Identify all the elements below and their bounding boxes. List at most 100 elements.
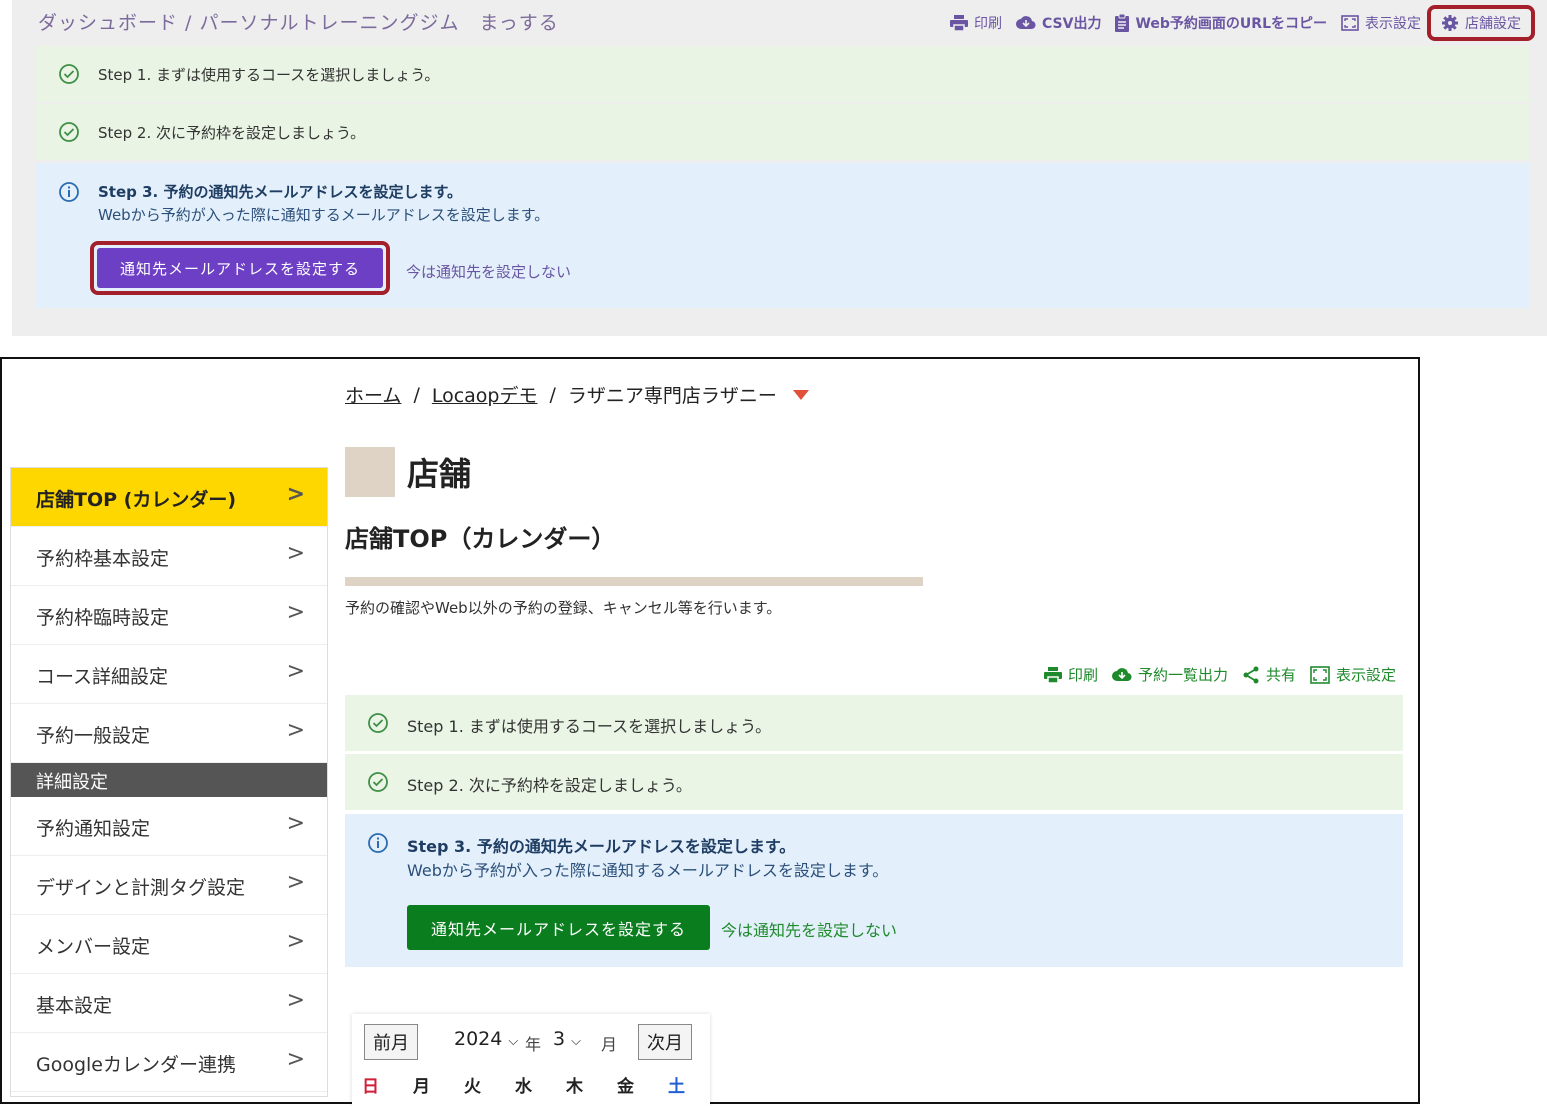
- step1-text: Step 1. まずは使用するコースを選択しましょう。: [98, 66, 440, 84]
- display-settings-button[interactable]: 表示設定: [1341, 13, 1421, 33]
- check-circle-icon: [59, 64, 79, 84]
- export-list-button[interactable]: 予約一覧出力: [1111, 664, 1228, 685]
- print-button[interactable]: 印刷: [950, 13, 1002, 33]
- skip-notification-link[interactable]: 今は通知先を設定しない: [406, 261, 571, 282]
- sidebar-item-label: メンバー設定: [36, 936, 151, 958]
- weekday-saturday: 土: [668, 1077, 685, 1097]
- breadcrumb-home-link[interactable]: ホーム: [345, 381, 401, 408]
- shop-settings-label: 店舗設定: [1465, 16, 1521, 32]
- weekday-friday: 金: [617, 1077, 634, 1097]
- step3-title: Step 3. 予約の通知先メールアドレスを設定します。: [98, 183, 462, 201]
- sidebar-item-label: Googleカレンダー連携: [36, 1054, 237, 1076]
- step2-notice: Step 2. 次に予約枠を設定しましょう。: [345, 754, 1403, 810]
- sidebar-item-label: 予約一般設定: [36, 725, 151, 747]
- sidebar-item-shop-top[interactable]: 店舗TOP (カレンダー) >: [11, 468, 327, 527]
- sidebar-item-course-detail[interactable]: コース詳細設定 >: [11, 645, 327, 704]
- sidebar-item-google-calendar[interactable]: Googleカレンダー連携 >: [11, 1033, 327, 1092]
- web-url-label: Web予約画面のURLをコピー: [1135, 16, 1327, 32]
- cloud-download-icon: [1111, 667, 1132, 681]
- shop-dropdown-icon[interactable]: [792, 389, 809, 400]
- weekday-monday: 月: [413, 1077, 430, 1097]
- step1-text: Step 1. まずは使用するコースを選択しましょう。: [407, 717, 772, 736]
- csv-label: CSV出力: [1042, 16, 1102, 32]
- year-unit: 年: [525, 1035, 542, 1054]
- page-description: 予約の確認やWeb以外の予約の登録、キャンセル等を行います。: [345, 599, 782, 617]
- month-select[interactable]: 3 ⌵: [553, 1028, 581, 1050]
- sidebar-item-notification[interactable]: 予約通知設定 >: [11, 797, 327, 856]
- step2-text: Step 2. 次に予約枠を設定しましょう。: [407, 776, 692, 795]
- subtitle-underline: [345, 577, 923, 586]
- step3-description: Webから予約が入った際に通知するメールアドレスを設定します。: [98, 206, 550, 224]
- chevron-right-icon: >: [286, 541, 305, 566]
- sidebar-item-label: 店舗TOP (カレンダー): [36, 489, 237, 511]
- old-dashboard-panel: ダッシュボード / パーソナルトレーニングジム まっする 印刷 CSV出力 We…: [12, 0, 1547, 336]
- month-unit: 月: [601, 1035, 618, 1054]
- sidebar-item-label: 予約通知設定: [36, 818, 151, 840]
- fullscreen-icon: [1341, 15, 1359, 31]
- gear-icon: [1442, 15, 1458, 31]
- clipboard-icon: [1115, 14, 1130, 32]
- set-notification-email-button[interactable]: 通知先メールアドレスを設定する: [97, 248, 383, 288]
- month-value: 3: [553, 1028, 566, 1050]
- toolbar: 印刷 CSV出力 Web予約画面のURLをコピー 表示設定 店舗設定: [950, 5, 1535, 41]
- sidebar-item-design-tags[interactable]: デザインと計測タグ設定 >: [11, 856, 327, 915]
- check-circle-icon: [59, 122, 79, 142]
- breadcrumb-company-link[interactable]: Locaopデモ: [432, 381, 538, 408]
- page-title-marker: [345, 447, 395, 497]
- weekday-thursday: 木: [566, 1077, 583, 1097]
- weekday-header: 日 月 火 水 木 金 土: [362, 1072, 719, 1097]
- display-settings-button[interactable]: 表示設定: [1310, 664, 1396, 685]
- sidebar-item-label: 予約枠基本設定: [36, 548, 170, 570]
- page-subtitle: 店舗TOP（カレンダー）: [345, 525, 616, 553]
- shop-settings-button[interactable]: 店舗設定: [1427, 5, 1535, 41]
- chevron-down-icon: ⌵: [508, 1034, 519, 1049]
- printer-icon: [1043, 666, 1062, 683]
- print-label: 印刷: [974, 16, 1003, 32]
- section-header-label: 詳細設定: [36, 772, 108, 793]
- skip-notification-link[interactable]: 今は通知先を設定しない: [721, 917, 897, 941]
- step3-notice: Step 3. 予約の通知先メールアドレスを設定します。 Webから予約が入った…: [36, 163, 1529, 308]
- chevron-right-icon: >: [286, 718, 305, 743]
- calendar: 前月 2024 ⌵ 年 3 ⌵ 月 次月 日 月 火 水 木 金 土: [352, 1014, 710, 1106]
- next-month-button[interactable]: 次月: [638, 1024, 692, 1060]
- sidebar-item-members[interactable]: メンバー設定 >: [11, 915, 327, 974]
- chevron-right-icon: >: [286, 988, 305, 1013]
- chevron-right-icon: >: [286, 811, 305, 836]
- display-label: 表示設定: [1365, 16, 1421, 32]
- sidebar-item-reservation-general[interactable]: 予約一般設定 >: [11, 704, 327, 763]
- chevron-right-icon: >: [286, 482, 305, 507]
- weekday-sunday: 日: [362, 1077, 379, 1097]
- copy-web-url-button[interactable]: Web予約画面のURLをコピー: [1115, 13, 1327, 33]
- check-circle-icon: [368, 772, 388, 792]
- chevron-right-icon: >: [286, 1047, 305, 1072]
- printer-icon: [950, 15, 969, 31]
- sidebar-item-label: 予約枠臨時設定: [36, 607, 170, 629]
- prev-month-button[interactable]: 前月: [364, 1024, 418, 1060]
- csv-export-button[interactable]: CSV出力: [1016, 13, 1101, 33]
- year-select[interactable]: 2024 ⌵: [454, 1028, 518, 1050]
- breadcrumb-separator: /: [549, 383, 556, 406]
- export-label: 予約一覧出力: [1137, 666, 1228, 684]
- sidebar-item-slot-temporary[interactable]: 予約枠臨時設定 >: [11, 586, 327, 645]
- set-notification-email-button[interactable]: 通知先メールアドレスを設定する: [407, 905, 710, 950]
- sidebar-section-header: 詳細設定: [11, 763, 327, 797]
- sidebar-item-slot-basic[interactable]: 予約枠基本設定 >: [11, 527, 327, 586]
- share-button[interactable]: 共有: [1242, 664, 1296, 685]
- sidebar-item-basic-settings[interactable]: 基本設定 >: [11, 974, 327, 1033]
- info-icon: [59, 182, 79, 202]
- toolbar: 印刷 予約一覧出力 共有 表示設定: [1043, 664, 1396, 685]
- fullscreen-icon: [1310, 665, 1330, 684]
- page-title: 店舗: [407, 455, 472, 493]
- step2-text: Step 2. 次に予約枠を設定しましょう。: [98, 124, 366, 142]
- weekday-tuesday: 火: [464, 1077, 481, 1097]
- new-dashboard-frame: ホーム / Locaopデモ / ラザニア専門店ラザニー 店舗TOP (カレンダ…: [0, 357, 1420, 1106]
- print-button[interactable]: 印刷: [1043, 664, 1098, 685]
- chevron-right-icon: >: [286, 600, 305, 625]
- cloud-download-icon: [1016, 16, 1036, 30]
- sidebar-item-label: 基本設定: [36, 995, 113, 1017]
- breadcrumb: ホーム / Locaopデモ / ラザニア専門店ラザニー: [345, 381, 809, 408]
- breadcrumb-shop: ラザニア専門店ラザニー: [567, 385, 777, 407]
- step1-notice: Step 1. まずは使用するコースを選択しましょう。: [36, 46, 1529, 102]
- step3-notice: Step 3. 予約の通知先メールアドレスを設定します。 Webから予約が入った…: [345, 814, 1403, 967]
- step1-notice: Step 1. まずは使用するコースを選択しましょう。: [345, 695, 1403, 751]
